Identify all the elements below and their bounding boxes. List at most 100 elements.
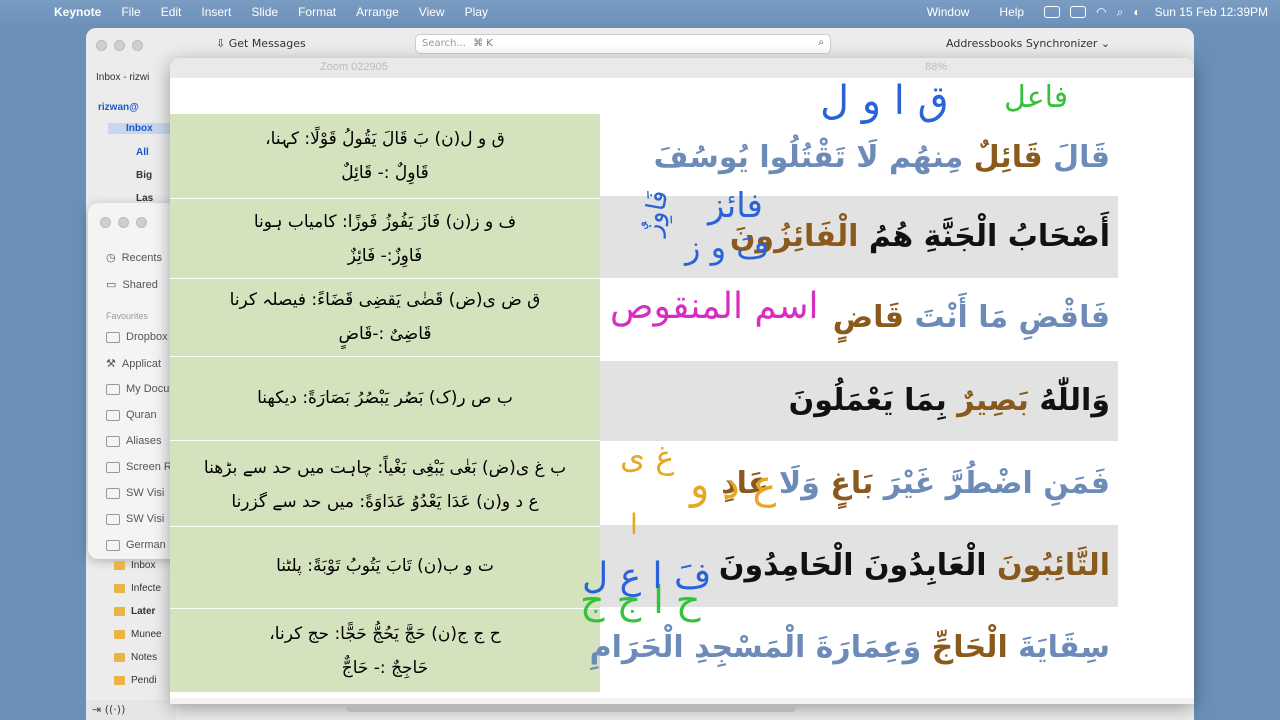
annotation-ayn-dal-waw: ع د و (690, 462, 777, 508)
phrase-row-7: سِقَایَةَ الْحَاجِّ وَعِمَارَةَ الْمَسْج… (590, 612, 1118, 684)
menu-help[interactable]: Help (989, 5, 1034, 19)
close-button[interactable] (96, 39, 107, 51)
addressbooks-sync-button[interactable]: Addressbooks Synchronizer ⌄ (946, 37, 1110, 50)
zoom-title: Zoom 022905 (320, 61, 388, 73)
battery-icon[interactable] (1070, 6, 1087, 18)
fav-label: German (126, 539, 166, 551)
control-center-icon[interactable]: ◐ (1133, 5, 1140, 19)
left-row-line: ب غ ی(ض) بَغٰی یَبْغِی بَغْیاً: چاہت میں… (203, 458, 567, 478)
folder-later[interactable]: Later (114, 606, 155, 617)
left-row-2: ف و ز(ن) فَازَ یَفُوزُ فَوزًا: کامیاب ہو… (170, 199, 600, 279)
wifi-icon[interactable]: ◠ (1096, 5, 1106, 19)
menu-arrange[interactable]: Arrange (346, 5, 409, 19)
finder-applications[interactable]: ⚒ Applicat (106, 357, 162, 371)
folder-icon (114, 653, 125, 662)
annotation-ism-manqus: اسم المنقوص (610, 286, 819, 327)
phrase-word: أَصْحَابُ الْجَنَّةِ هُمُ (858, 219, 1110, 254)
menu-insert[interactable]: Insert (191, 5, 241, 19)
finder-shared[interactable]: ▭ Shared (106, 278, 158, 292)
phrase-word: سِقَایَةَ (1007, 630, 1110, 665)
menu-file[interactable]: File (111, 5, 150, 19)
phrase-word: الْحَاجِّ (921, 630, 1008, 665)
folder-label: Pendi (131, 675, 157, 686)
phrase-word: قَاضٍ (832, 300, 905, 335)
zoom-level[interactable]: 88% (925, 61, 947, 73)
finder-window-controls (100, 217, 147, 228)
slide-canvas: ق و ل(ن) بَ قَالَ یَقُولُ قَوْلًا: کہنا،… (170, 78, 1194, 698)
inbox-item[interactable]: Inbox (108, 123, 178, 134)
mail-status-bar: ⇥ ((·)) (86, 700, 176, 720)
inbox-header[interactable]: Inbox - rizwi (96, 72, 149, 83)
finder-aliases[interactable]: Aliases (106, 435, 161, 447)
phrase-word: بَاغٍ (819, 466, 874, 501)
menu-clock[interactable]: Sun 15 Feb 12:39PM (1151, 5, 1272, 19)
left-row-line: ق ض ی(ض) قَضٰی یَقضِی قَضَاءً: فیصلہ کرن… (229, 290, 541, 310)
activity-icon[interactable]: ⇥ ((·)) (92, 703, 125, 716)
finder-recents[interactable]: ◷ Recents (106, 251, 162, 265)
folder-infected[interactable]: Infecte (114, 583, 161, 594)
folder-icon (114, 561, 125, 570)
finder-sw-visio-1[interactable]: SW Visi (106, 487, 164, 499)
menu-play[interactable]: Play (455, 5, 498, 19)
folder-icon (106, 461, 120, 473)
menu-window[interactable]: Window (917, 5, 980, 19)
phrase-word: قَالَ (1042, 140, 1110, 175)
folder-icon (106, 539, 120, 551)
minimize-button[interactable] (114, 39, 125, 51)
left-row-5: ب غ ی(ض) بَغٰی یَبْغِی بَغْیاً: چاہت میں… (170, 441, 600, 527)
left-row-line: قَاوِلٌ :- قَائِلٌ (341, 163, 429, 183)
folder-big[interactable]: Big (136, 170, 152, 181)
phrase-word: مِنهُم لَا تَقْتُلُوا یُوسُفَ (653, 140, 964, 175)
left-row-line: ع د و(ن) عَدَا یَعْدُوُ عَدَاوَةً: میں ح… (231, 492, 539, 512)
folder-label: Later (131, 606, 156, 617)
menu-bar: Keynote File Edit Insert Slide Format Ar… (0, 0, 1280, 24)
annotation-qwl: ق ا و ل (820, 78, 949, 124)
search-icon[interactable]: ⌕ (1117, 5, 1124, 20)
get-messages-label: Get Messages (228, 37, 306, 50)
phrase-word: التَّائِبُونَ (986, 548, 1110, 583)
left-row-1: ق و ل(ن) بَ قَالَ یَقُولُ قَوْلًا: کہنا،… (170, 114, 600, 199)
finder-sw-visio-2[interactable]: SW Visi (106, 513, 164, 525)
phrase-word: بِمَا یَعْمَلُونَ (788, 383, 947, 418)
finder-zoom-button[interactable] (136, 217, 147, 228)
zoom-button[interactable] (132, 39, 143, 51)
finder-quran[interactable]: Quran (106, 409, 157, 421)
finder-german[interactable]: German (106, 539, 166, 551)
addon-label: Addressbooks Synchronizer (946, 37, 1098, 50)
left-row-4: ب ص ر(ک) بَصُر یَبْصُرُ بَصَارَةً: دیکھن… (170, 357, 600, 441)
menu-format[interactable]: Format (288, 5, 346, 19)
finder-close-button[interactable] (100, 217, 111, 228)
mail-search-input[interactable]: Search... ⌘ K ⌕ (415, 34, 831, 54)
left-row-line: ف و ز(ن) فَازَ یَفُوزُ فَوزًا: کامیاب ہو… (253, 212, 517, 232)
left-row-line: فَاوِزٌ:- فَائِزٌ (347, 246, 423, 266)
fav-label: Applicat (121, 357, 162, 370)
menu-app-keynote[interactable]: Keynote (44, 5, 111, 19)
annotation-fawaz: فَ و ز (685, 228, 770, 266)
folder-pending[interactable]: Pendi (114, 675, 157, 686)
menu-slide[interactable]: Slide (241, 5, 288, 19)
finder-dropbox[interactable]: Dropbox (106, 331, 168, 343)
get-messages-button[interactable]: ⇩ Get Messages (216, 37, 306, 50)
phrase-word: الْعَابِدُونَ الْحَامِدُونَ (718, 548, 987, 583)
folder-muneer[interactable]: Munee (114, 629, 162, 640)
finder-screen-recordings[interactable]: Screen R (106, 461, 172, 473)
menu-edit[interactable]: Edit (151, 5, 192, 19)
folder-inbox[interactable]: Inbox (114, 560, 155, 571)
folder-all[interactable]: All (136, 147, 149, 158)
screen-share-icon[interactable] (1044, 6, 1061, 18)
fav-label: My Docu (126, 383, 170, 395)
folder-icon (106, 513, 120, 525)
search-shortcut: ⌘ K (473, 38, 493, 49)
left-row-line: ق و ل(ن) بَ قَالَ یَقُولُ قَوْلًا: کہنا، (265, 129, 505, 149)
folder-notes[interactable]: Notes (114, 652, 157, 663)
finder-my-documents[interactable]: My Docu (106, 383, 169, 395)
account-item[interactable]: rizwan@ (98, 102, 139, 113)
window-controls (96, 39, 143, 51)
phrase-row-4: وَاللّٰهُ بَصِیرٌ بِمَا یَعْمَلُونَ (600, 361, 1118, 441)
folder-label: Notes (131, 652, 158, 663)
horizontal-scrollbar[interactable] (346, 704, 796, 712)
menu-view[interactable]: View (409, 5, 455, 19)
shared-label: Shared (122, 278, 158, 291)
finder-minimize-button[interactable] (118, 217, 129, 228)
folder-label: Munee (131, 629, 162, 640)
